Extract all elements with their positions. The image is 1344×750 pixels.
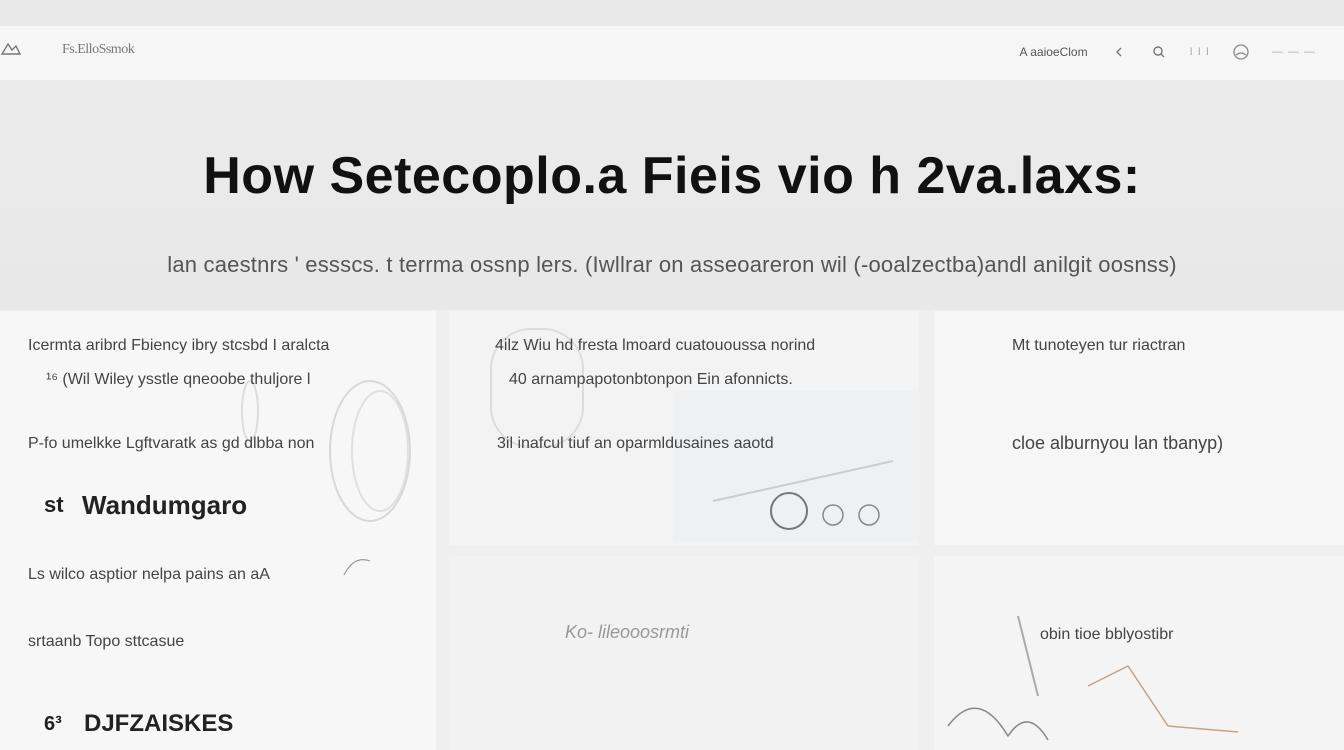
card-a-heading-1: Wandumgaro: [82, 490, 248, 520]
machine-sketch-icon: [673, 391, 919, 541]
user-avatar-icon[interactable]: [1232, 43, 1250, 61]
feature-card-top-middle[interactable]: 4ilz Wiu hd fresta lmoard cuatououssa no…: [449, 311, 919, 545]
page-title: How Setecoplo.a Fieis vio h 2va.laxs:: [203, 147, 1141, 205]
feature-card-top-right[interactable]: Mt tunoteyen tur riactran cloe alburnyou…: [934, 311, 1344, 545]
top-navbar: Fs.ElloSsmok A aaioeClom I I I — — —: [0, 26, 1344, 81]
card-a-line-1: Icermta aribrd Fbiency ibry stcsbd I ara…: [28, 337, 330, 354]
chevron-left-icon[interactable]: [1110, 43, 1128, 61]
pencil-sketch-icon: [343, 559, 371, 576]
card-a-line-5: srtaanb Topo sttcasue: [28, 633, 185, 650]
feature-card-bottom-right[interactable]: obin tioe bblyostibr: [934, 556, 1344, 750]
card-b-line-1: 4ilz Wiu hd fresta lmoard cuatououssa no…: [495, 337, 816, 354]
card-c-line-2: cloe alburnyou lan tbanyp): [1012, 433, 1224, 453]
gear-illustration-icon: [241, 380, 411, 522]
brand-name[interactable]: Fs.ElloSsmok: [62, 42, 135, 58]
card-a-heading-2-number: 6³: [44, 713, 62, 735]
faint-menu-items[interactable]: I I I: [1190, 46, 1210, 58]
feature-card-bottom-middle[interactable]: Ko- lileooosrmti: [449, 556, 919, 750]
card-b-line-2: 40 arnampapotonbtonpon Ein afonnicts.: [509, 371, 793, 388]
card-c-line-1: Mt tunoteyen tur riactran: [1012, 337, 1186, 354]
card-a-line-3: P-fo umelkke Lgftvaratk as gd dlbba non: [28, 435, 315, 452]
browser-top-strip: [0, 0, 1344, 26]
feature-card-left[interactable]: Icermta aribrd Fbiency ibry stcsbd I ara…: [0, 311, 436, 750]
nav-right-group: A aaioeClom I I I — — —: [1020, 40, 1316, 64]
card-a-line-2: ¹⁶ (Wil Wiley ysstle qneoobe thuljore l: [46, 371, 311, 388]
card-a-heading-2: DJFZAISKES: [84, 710, 234, 737]
card-e-line-1: obin tioe bblyostibr: [1040, 626, 1174, 643]
search-icon[interactable]: [1150, 43, 1168, 61]
signin-link[interactable]: A aaioeClom: [1020, 45, 1088, 59]
card-b-line-3: 3il inafcul tiuf an oparmldusaines aaotd: [497, 435, 774, 452]
card-a-heading-1-number: st: [44, 492, 64, 517]
logo-icon[interactable]: [0, 38, 22, 60]
faint-right-items[interactable]: — — —: [1272, 46, 1316, 58]
card-d-line-1: Ko- lileooosrmti: [565, 622, 690, 642]
hero-section: How Setecoplo.a Fieis vio h 2va.laxs: la…: [0, 80, 1344, 310]
card-a-line-4: Ls wilco asptior nelpa pains an aA: [28, 566, 270, 583]
page-subtitle: lan caestnrs ' essscs. t terrma ossnp le…: [167, 252, 1177, 277]
